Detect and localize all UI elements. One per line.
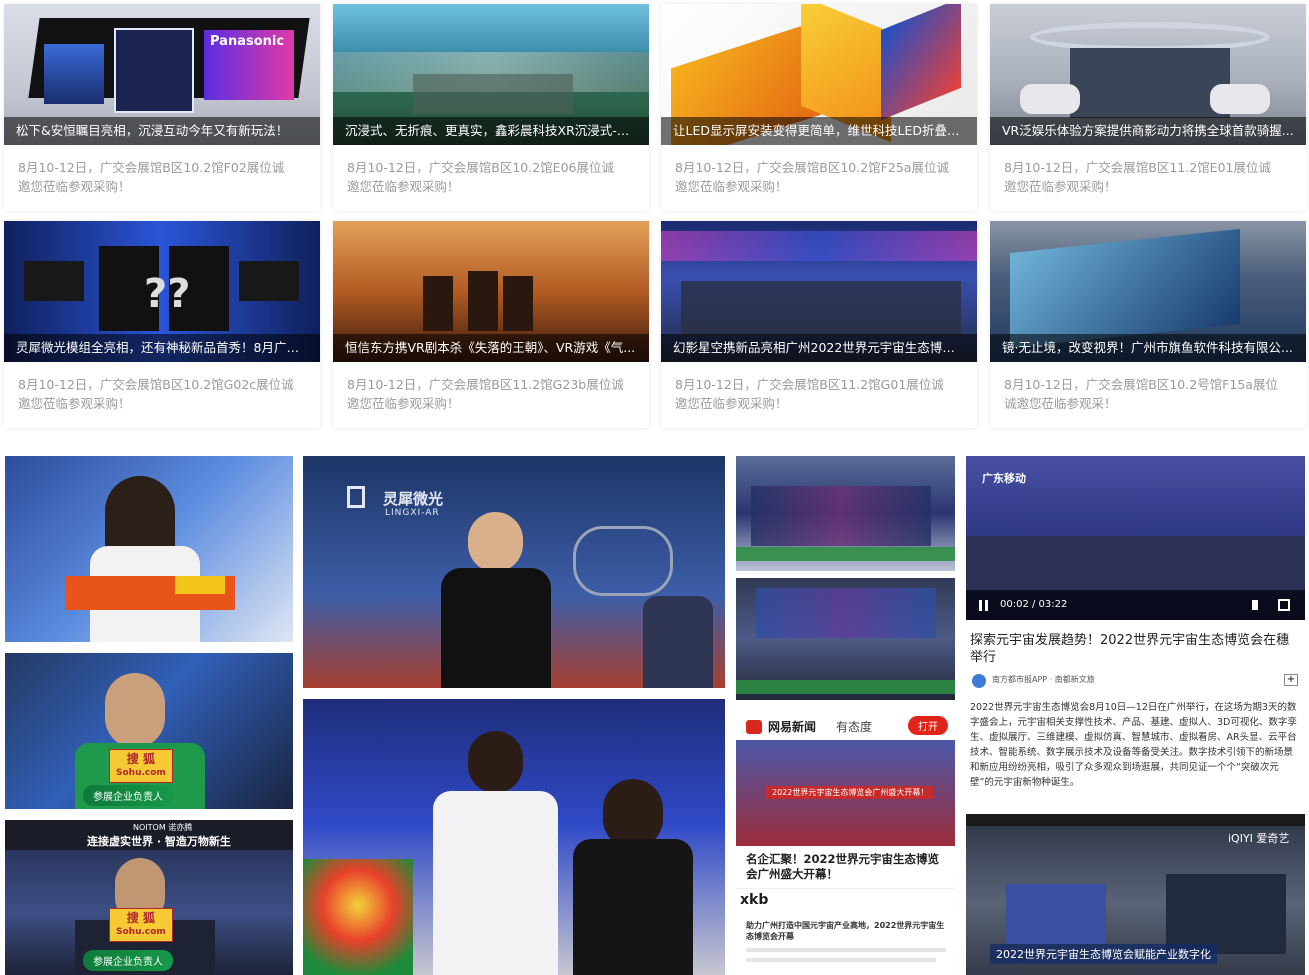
channel-logo: 广东移动 bbox=[982, 472, 1026, 485]
article-title[interactable]: 探索元宇宙发展趋势！2022世界元宇宙生态博览会在穗举行 bbox=[970, 632, 1300, 666]
news-article[interactable]: 探索元宇宙发展趋势！2022世界元宇宙生态博览会在穗举行 南方都市报APP · … bbox=[966, 624, 1305, 810]
card-caption: 沉浸式、无折痕、更真实，鑫彩晨科技XR沉浸式-虚... bbox=[333, 117, 649, 145]
card-description: 8月10-12日，广交会展馆B区11.2馆G01展位诚 邀您莅临参观采购！ bbox=[675, 377, 944, 411]
netease-title[interactable]: 名企汇聚！2022世界元宇宙生态博览会广州盛大开幕！ bbox=[746, 852, 946, 882]
video-controls: 00:02 / 03:22 bbox=[966, 590, 1305, 620]
iqiyi-logo: iQIYI 爱奇艺 bbox=[1228, 832, 1290, 845]
video-screenshot[interactable] bbox=[736, 578, 955, 700]
card-caption: 灵犀微光模组全亮相，还有神秘新品首秀！8月广州... bbox=[4, 334, 320, 362]
lingxi-logo-cn: 灵犀微光 bbox=[383, 490, 444, 508]
card-thumbnail[interactable]: 让LED显示屏安装变得更简单，维世科技LED折叠屏... bbox=[661, 4, 977, 145]
card-thumbnail[interactable]: Panasonic 松下&安恒瞩目亮相，沉浸互动今年又有新玩法！ bbox=[4, 4, 320, 145]
card-description: 8月10-12日，广交会展馆B区10.2馆G02c展位诚 邀您莅临参观采购！ bbox=[18, 377, 294, 411]
video-screenshot[interactable] bbox=[736, 456, 955, 571]
noitom-brand: NOITOM 诺亦腾 bbox=[133, 823, 193, 832]
card-caption: 让LED显示屏安装变得更简单，维世科技LED折叠屏... bbox=[661, 117, 977, 145]
card-caption: VR泛娱乐体验方案提供商影动力将携全球首款骑握... bbox=[990, 117, 1306, 145]
news-card[interactable]: 镜·无止境，改变视界！广州市旗鱼软件科技有限公... 8月10-12日，广交会展… bbox=[990, 221, 1306, 428]
card-description: 8月10-12日，广交会展馆B区11.2馆G23b展位诚 邀您莅临参观采购！ bbox=[347, 377, 624, 411]
card-description: 8月10-12日，广交会展馆B区11.2馆E01展位诚 邀您莅临参观采购！ bbox=[1004, 160, 1271, 194]
sohu-logo: 搜 狐 Sohu.com bbox=[109, 749, 173, 783]
caption-label: 参展企业负责人 bbox=[83, 785, 173, 806]
booth-photo[interactable] bbox=[303, 699, 725, 975]
lingxi-logo-en: LINGXI-AR bbox=[385, 508, 440, 518]
news-card[interactable]: VR泛娱乐体验方案提供商影动力将携全球首款骑握... 8月10-12日，广交会展… bbox=[990, 4, 1306, 211]
netease-slogan: 有态度 bbox=[836, 720, 873, 734]
source-avatar bbox=[972, 674, 986, 688]
news-card[interactable]: 让LED显示屏安装变得更简单，维世科技LED折叠屏... 8月10-12日，广交… bbox=[661, 4, 977, 211]
video-player[interactable]: 广东移动 00:02 / 03:22 bbox=[966, 456, 1305, 620]
news-card[interactable]: 幻影星空携新品亮相广州2022世界元宇宙生态博览会 8月10-12日，广交会展馆… bbox=[661, 221, 977, 428]
card-description: 8月10-12日，广交会展馆B区10.2馆F02展位诚 邀您莅临参观采购！ bbox=[18, 160, 285, 194]
iqiyi-video[interactable]: iQIYI 爱奇艺 2022世界元宇宙生态博览会赋能产业数字化 bbox=[966, 814, 1305, 975]
card-thumbnail[interactable]: 幻影星空携新品亮相广州2022世界元宇宙生态博览会 bbox=[661, 221, 977, 362]
fullscreen-icon[interactable] bbox=[1278, 599, 1290, 611]
netease-news-card[interactable]: 网易新闻 有态度 打开 2022世界元宇宙生态博览会广州盛大开幕！ 名企汇聚！2… bbox=[736, 706, 955, 975]
interview-photo[interactable] bbox=[5, 456, 293, 642]
booth-photo[interactable]: 灵犀微光 LINGXI-AR bbox=[303, 456, 725, 688]
pause-icon[interactable] bbox=[978, 600, 989, 611]
card-description: 8月10-12日，广交会展馆B区10.2馆F25a展位诚 邀您莅临参观采购！ bbox=[675, 160, 949, 194]
card-description: 8月10-12日，广交会展馆B区10.2号馆F15a展位 诚邀您莅临参观采！ bbox=[1004, 377, 1278, 411]
open-app-button[interactable]: 打开 bbox=[908, 716, 948, 735]
noitom-banner: 连接虚实世界 · 智造万物新生 bbox=[87, 835, 231, 848]
card-caption: 幻影星空携新品亮相广州2022世界元宇宙生态博览会 bbox=[661, 334, 977, 362]
netease-overlay: 2022世界元宇宙生态博览会广州盛大开幕！ bbox=[766, 786, 935, 799]
card-thumbnail[interactable]: 恒信东方携VR剧本杀《失落的王朝》、VR游戏《气... bbox=[333, 221, 649, 362]
interview-photo[interactable]: NOITOM 诺亦腾 连接虚实世界 · 智造万物新生 搜 狐 Sohu.com 参… bbox=[5, 820, 293, 975]
netease-name: 网易新闻 bbox=[768, 720, 817, 734]
news-card[interactable]: ?? 灵犀微光模组全亮相，还有神秘新品首秀！8月广州... 8月10-12日，广… bbox=[4, 221, 320, 428]
news-card[interactable]: 恒信东方携VR剧本杀《失落的王朝》、VR游戏《气... 8月10-12日，广交会… bbox=[333, 221, 649, 428]
iqiyi-caption: 2022世界元宇宙生态博览会赋能产业数字化 bbox=[990, 944, 1217, 964]
card-thumbnail[interactable]: VR泛娱乐体验方案提供商影动力将携全球首款骑握... bbox=[990, 4, 1306, 145]
xkb-logo: xkb bbox=[740, 892, 769, 908]
panasonic-logo: Panasonic bbox=[210, 34, 285, 49]
sohu-logo: 搜 狐 Sohu.com bbox=[109, 908, 173, 942]
card-caption: 镜·无止境，改变视界！广州市旗鱼软件科技有限公... bbox=[990, 334, 1306, 362]
caption-label: 参展企业负责人 bbox=[83, 950, 173, 971]
volume-icon[interactable] bbox=[1252, 600, 1264, 610]
article-source: 南方都市报APP · 南都新文旅 bbox=[992, 675, 1095, 684]
video-time: 00:02 / 03:22 bbox=[1000, 599, 1068, 610]
netease-logo-icon bbox=[746, 720, 762, 734]
kb-headline[interactable]: 助力广州打造中国元宇宙产业高地，2022世界元宇宙生态博览会开幕 bbox=[746, 920, 946, 942]
card-thumbnail[interactable]: ?? 灵犀微光模组全亮相，还有神秘新品首秀！8月广州... bbox=[4, 221, 320, 362]
article-body: 2022世界元宇宙生态博览会8月10日—12日在广州举行，在这场为期3天的数字盛… bbox=[970, 702, 1297, 788]
card-caption: 松下&安恒瞩目亮相，沉浸互动今年又有新玩法！ bbox=[4, 117, 320, 145]
news-card[interactable]: Panasonic 松下&安恒瞩目亮相，沉浸互动今年又有新玩法！ 8月10-12… bbox=[4, 4, 320, 211]
card-thumbnail[interactable]: 镜·无止境，改变视界！广州市旗鱼软件科技有限公... bbox=[990, 221, 1306, 362]
card-description: 8月10-12日，广交会展馆B区10.2馆E06展位诚 邀您莅临参观采购！ bbox=[347, 160, 614, 194]
add-icon[interactable]: + bbox=[1284, 674, 1298, 686]
card-caption: 恒信东方携VR剧本杀《失落的王朝》、VR游戏《气... bbox=[333, 334, 649, 362]
news-card[interactable]: 沉浸式、无折痕、更真实，鑫彩晨科技XR沉浸式-虚... 8月10-12日，广交会… bbox=[333, 4, 649, 211]
interview-photo[interactable]: 搜 狐 Sohu.com 参展企业负责人 bbox=[5, 653, 293, 809]
card-thumbnail[interactable]: 沉浸式、无折痕、更真实，鑫彩晨科技XR沉浸式-虚... bbox=[333, 4, 649, 145]
